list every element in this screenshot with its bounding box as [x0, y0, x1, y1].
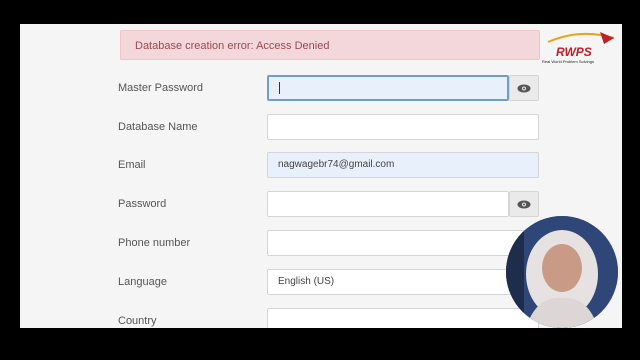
- email-input[interactable]: nagwagebr74@gmail.com: [267, 152, 539, 178]
- email-label: Email: [118, 159, 146, 171]
- password-input[interactable]: [267, 191, 509, 217]
- language-label: Language: [118, 276, 167, 288]
- master-password-row: Master Password: [20, 75, 622, 105]
- password-toggle-button[interactable]: [509, 191, 539, 217]
- database-name-label: Database Name: [118, 121, 198, 133]
- error-alert: Database creation error: Access Denied: [120, 30, 540, 60]
- password-row: Password: [20, 191, 622, 221]
- text-cursor: [279, 82, 280, 95]
- phone-label: Phone number: [118, 237, 191, 249]
- master-password-input[interactable]: [267, 75, 509, 101]
- master-password-toggle-button[interactable]: [509, 75, 539, 101]
- country-select[interactable]: [267, 308, 539, 328]
- phone-input[interactable]: [267, 230, 539, 256]
- database-name-row: Database Name: [20, 114, 622, 144]
- master-password-label: Master Password: [118, 82, 203, 94]
- logo-subtext: Real World Problem Solvings: [542, 59, 594, 64]
- database-name-input[interactable]: [267, 114, 539, 140]
- logo-text: RWPS: [556, 45, 592, 59]
- eye-icon: [517, 200, 531, 208]
- country-label: Country: [118, 315, 157, 327]
- eye-icon: [517, 84, 531, 92]
- language-select[interactable]: English (US): [267, 269, 539, 295]
- presenter-image: [506, 216, 618, 328]
- password-label: Password: [118, 198, 167, 210]
- email-row: Email nagwagebr74@gmail.com: [20, 152, 622, 182]
- presenter-webcam: [506, 216, 618, 328]
